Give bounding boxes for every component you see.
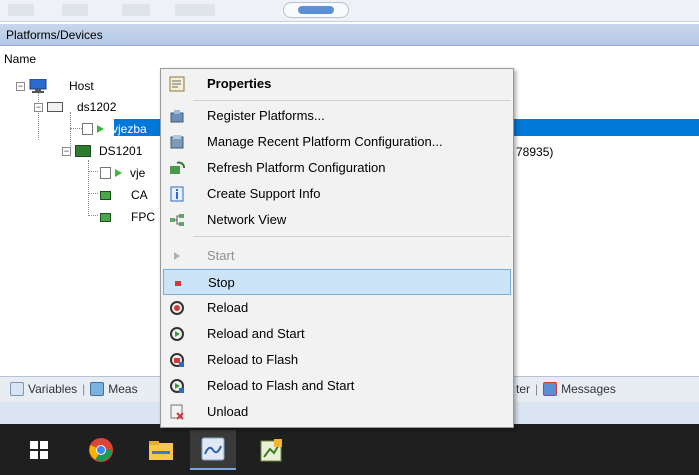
context-menu: Properties Register Platforms... Manage …: [160, 68, 514, 428]
menu-item-start[interactable]: Start: [163, 243, 511, 269]
tree-node-ds1201[interactable]: − DS1201: [62, 142, 142, 160]
variables-icon: [10, 382, 24, 396]
menu-label-reload: Reload: [207, 300, 249, 315]
tree-node-fpc[interactable]: FPC: [100, 208, 155, 226]
tree-guide: [88, 193, 98, 194]
menu-label-refresh: Refresh Platform Configuration: [207, 160, 386, 175]
toolbar-fragment: [175, 4, 215, 16]
tree-label-ds1201: DS1201: [99, 144, 143, 158]
tree-node-host[interactable]: − Host: [16, 77, 94, 95]
measurement-icon: [90, 382, 105, 396]
menu-item-reload[interactable]: Reload: [163, 295, 511, 321]
menu-item-stop[interactable]: Stop: [163, 269, 511, 295]
menu-item-properties[interactable]: Properties: [163, 71, 511, 97]
properties-icon: [169, 76, 185, 92]
controldesk-icon[interactable]: [248, 430, 294, 470]
toolbar-fragment: [62, 4, 88, 16]
top-toolbar-strip: [0, 0, 699, 22]
tree-node-vjezba[interactable]: vjezba: [82, 120, 147, 138]
tree-label-host: Host: [69, 79, 94, 93]
reload-flash-icon: [170, 353, 184, 367]
menu-label-manage: Manage Recent Platform Configuration...: [207, 134, 443, 149]
collapse-icon[interactable]: −: [62, 146, 71, 156]
file-explorer-icon[interactable]: [138, 430, 184, 470]
dspace-app-icon[interactable]: [190, 430, 236, 470]
menu-item-unload[interactable]: Unload: [163, 399, 511, 425]
menu-item-reload-to-flash[interactable]: Reload to Flash: [163, 347, 511, 373]
menu-label-network: Network View: [207, 212, 287, 227]
menu-item-support-info[interactable]: Create Support Info: [163, 181, 511, 207]
menu-separator: [193, 100, 511, 101]
board-icon: [100, 212, 111, 222]
menu-item-reload-and-start[interactable]: Reload and Start: [163, 321, 511, 347]
info-icon: [170, 186, 184, 202]
menu-item-network-view[interactable]: Network View: [163, 207, 511, 233]
device-box-icon: [47, 102, 63, 112]
tab-messages[interactable]: ter | Messages: [516, 382, 616, 396]
running-icon: [97, 125, 104, 133]
selected-row-suffix: 78935): [516, 145, 554, 159]
menu-label-properties: Properties: [207, 76, 272, 91]
toolbar-fragment: [8, 4, 34, 16]
running-icon: [115, 169, 122, 177]
computer-icon: [29, 79, 47, 93]
menu-label-start: Start: [207, 248, 235, 263]
tree-node-ds1202[interactable]: − ds1202: [34, 98, 116, 116]
tree-guide: [88, 171, 98, 172]
board-icon: [100, 190, 111, 200]
menu-separator: [193, 236, 511, 237]
tab-messages-label: Messages: [561, 382, 616, 396]
tree-label-ca: CA: [131, 188, 148, 202]
application-icon: [82, 123, 93, 135]
reload-flash-start-icon: [170, 379, 184, 393]
menu-label-support: Create Support Info: [207, 186, 321, 201]
menu-item-register-platforms[interactable]: Register Platforms...: [163, 103, 511, 129]
tree-guide: [88, 160, 89, 216]
messages-icon: [543, 382, 558, 396]
tree-label-fpc: FPC: [131, 210, 155, 224]
tab-measurement-label: Meas: [108, 382, 138, 396]
chrome-icon[interactable]: [78, 430, 124, 470]
tree-node-ca[interactable]: CA: [100, 186, 148, 204]
menu-label-reload-start: Reload and Start: [207, 326, 305, 341]
play-icon: [174, 252, 180, 260]
register-platforms-icon: [170, 110, 184, 123]
board-icon: [75, 145, 91, 157]
manage-configuration-icon: [170, 135, 184, 149]
network-icon: [170, 214, 184, 226]
menu-label-reload-flash-start: Reload to Flash and Start: [207, 378, 355, 393]
menu-item-manage-recent[interactable]: Manage Recent Platform Configuration...: [163, 129, 511, 155]
column-header-name[interactable]: Name: [0, 50, 699, 68]
toolbar-fragment: [122, 4, 150, 16]
tab-variables[interactable]: Variables | Meas: [10, 382, 138, 396]
tree-guide: [88, 215, 98, 216]
menu-label-unload: Unload: [207, 404, 249, 419]
windows-start-icon[interactable]: [16, 430, 62, 470]
tab-filter-label: ter: [516, 382, 531, 396]
unload-icon: [170, 404, 184, 420]
windows-taskbar: [0, 424, 699, 475]
menu-label-reload-flash: Reload to Flash: [207, 352, 299, 367]
tree-guide: [70, 128, 82, 129]
panel-title: Platforms/Devices: [0, 24, 699, 46]
reload-start-icon: [170, 327, 184, 341]
menu-item-refresh[interactable]: Refresh Platform Configuration: [163, 155, 511, 181]
tree-label-vjezba: vjezba: [112, 122, 147, 136]
stop-icon: [175, 281, 181, 286]
refresh-icon: [170, 161, 185, 174]
tree-label-vje: vje: [130, 166, 146, 180]
tree-node-vje[interactable]: vje: [100, 164, 145, 182]
collapse-icon[interactable]: −: [16, 81, 25, 91]
reload-icon: [170, 301, 184, 315]
application-icon: [100, 167, 111, 179]
selected-row-detail-text: 78935): [516, 143, 553, 161]
tab-variables-label: Variables: [28, 382, 78, 396]
menu-item-reload-to-flash-and-start[interactable]: Reload to Flash and Start: [163, 373, 511, 399]
tree-label-ds1202: ds1202: [77, 100, 117, 114]
menu-label-register: Register Platforms...: [207, 108, 325, 123]
menu-label-stop: Stop: [208, 275, 235, 290]
collapse-icon[interactable]: −: [34, 102, 43, 112]
toolbar-pill-button[interactable]: [283, 2, 349, 18]
